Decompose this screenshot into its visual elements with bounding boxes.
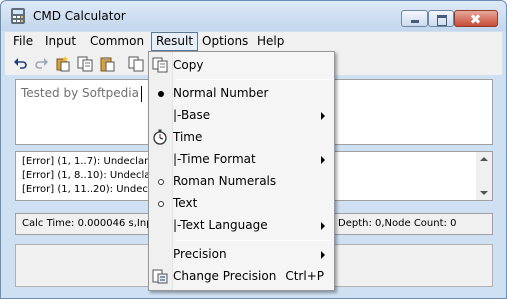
- radio-unselected-icon: [158, 201, 164, 207]
- error-scrollbar[interactable]: [476, 152, 492, 200]
- menu-item-label: |-Text Language: [173, 218, 268, 232]
- menu-result[interactable]: Result: [151, 32, 199, 51]
- calc-time-status: Calc Time: 0.000046 s,Inp: [22, 218, 153, 229]
- close-button[interactable]: [454, 10, 498, 27]
- copy-icon[interactable]: [77, 56, 93, 72]
- title-bar[interactable]: CMD Calculator: [1, 1, 506, 31]
- menu-separator: [176, 240, 331, 241]
- menu-file[interactable]: File: [13, 34, 33, 48]
- copy-icon: [152, 57, 168, 73]
- menu-item-label: Precision: [173, 247, 227, 261]
- menu-item-text-language[interactable]: |-Text Language: [149, 214, 334, 236]
- menu-options[interactable]: Options: [202, 34, 248, 48]
- menu-item-precision[interactable]: Precision: [149, 243, 334, 265]
- maximize-button[interactable]: [428, 10, 454, 27]
- paste-icon[interactable]: [99, 56, 115, 72]
- menu-help[interactable]: Help: [257, 34, 284, 48]
- menu-item-label: |-Base: [173, 108, 211, 122]
- menu-item-time[interactable]: Time: [149, 126, 334, 148]
- menu-item-label: Time: [173, 130, 203, 144]
- redo-icon[interactable]: [33, 56, 49, 72]
- radio-unselected-icon: [158, 179, 164, 185]
- error-line: [Error] (1, 11..20): Undecl: [22, 184, 151, 195]
- menu-item-roman-numerals[interactable]: Roman Numerals: [149, 170, 334, 192]
- menu-item-copy[interactable]: Copy: [149, 54, 334, 76]
- menu-input[interactable]: Input: [45, 34, 76, 48]
- menu-item-label: Roman Numerals: [173, 174, 277, 188]
- app-window: CMD Calculator File Input Common Result …: [0, 0, 507, 299]
- menu-common[interactable]: Common: [90, 34, 144, 48]
- menu-item-normal-number[interactable]: Normal Number: [149, 82, 334, 104]
- menu-item-shortcut: Ctrl+P: [285, 269, 324, 283]
- depth-node-status: Depth: 0,Node Count: 0: [338, 218, 457, 229]
- menu-item-change-precision[interactable]: Change Precision Ctrl+P: [149, 265, 334, 287]
- menu-item-label: Normal Number: [173, 86, 269, 100]
- expression-text: Tested by Softpedia: [21, 86, 139, 100]
- menu-item-text[interactable]: Text: [149, 192, 334, 214]
- menu-separator: [176, 79, 331, 80]
- scroll-up-icon[interactable]: [480, 157, 488, 161]
- copy-result-icon[interactable]: [128, 56, 144, 72]
- menu-item-label: |-Time Format: [173, 152, 256, 166]
- undo-icon[interactable]: [13, 56, 29, 72]
- paste-new-icon[interactable]: [55, 56, 71, 72]
- menu-item-label: Copy: [173, 58, 204, 72]
- submenu-arrow-icon: [321, 222, 325, 230]
- window-title: CMD Calculator: [33, 9, 126, 23]
- text-caret: [141, 86, 142, 102]
- stopwatch-icon: [153, 129, 167, 145]
- menu-item-label: Change Precision: [173, 269, 277, 283]
- radio-selected-icon: [158, 91, 164, 97]
- result-menu-dropdown: Copy Normal Number |-Base Time |-Time Fo…: [148, 51, 335, 291]
- menu-item-time-format[interactable]: |-Time Format: [149, 148, 334, 170]
- submenu-arrow-icon: [321, 156, 325, 164]
- submenu-arrow-icon: [321, 251, 325, 259]
- menu-item-label: Text: [173, 196, 198, 210]
- scroll-down-icon[interactable]: [480, 191, 488, 195]
- minimize-button[interactable]: [401, 10, 428, 27]
- menu-bar: File Input Common Result Options Help: [5, 32, 502, 51]
- precision-icon: [152, 269, 168, 284]
- error-line: [Error] (1, 8..10): Undecla: [22, 170, 151, 181]
- menu-item-base[interactable]: |-Base: [149, 104, 334, 126]
- error-line: [Error] (1, 1..7): Undeclare: [22, 156, 155, 167]
- calculator-app-icon: [11, 8, 25, 24]
- submenu-arrow-icon: [321, 112, 325, 120]
